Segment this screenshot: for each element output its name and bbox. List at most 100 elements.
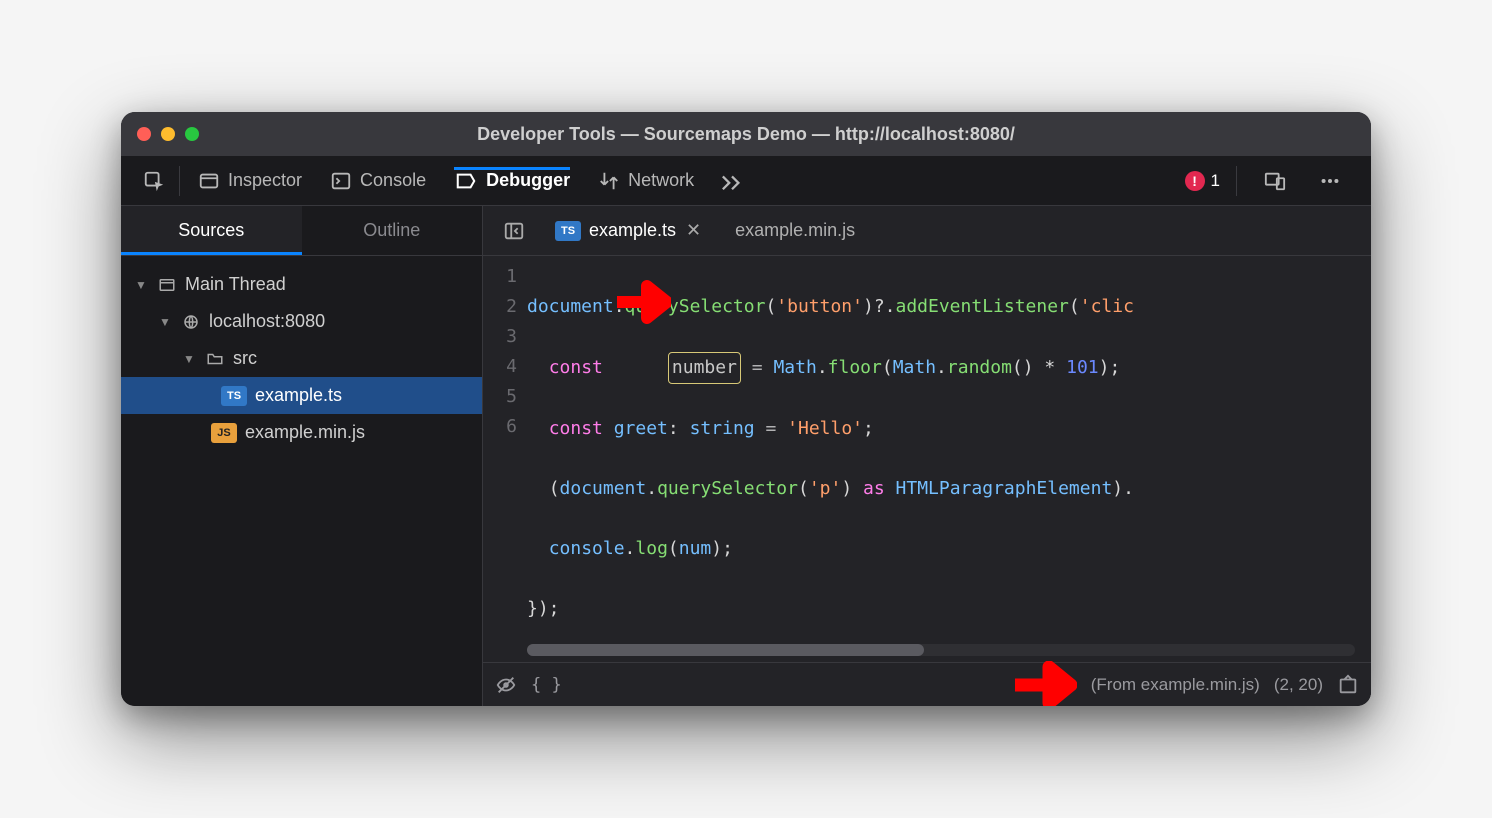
t: document: [560, 478, 647, 499]
highlighted-token: number: [668, 352, 741, 384]
sidebar-tab-sources[interactable]: Sources: [121, 206, 302, 255]
t: console: [549, 538, 625, 559]
t: addEventListener: [896, 296, 1069, 317]
maximize-window-button[interactable]: [185, 127, 199, 141]
t: (: [798, 478, 809, 499]
divider: [179, 166, 180, 196]
chevrons-right-icon: [718, 170, 746, 192]
tab-network[interactable]: Network: [584, 170, 708, 192]
toggle-sidebar-button[interactable]: [493, 220, 535, 242]
blackbox-button[interactable]: [495, 674, 517, 696]
t: Math: [773, 357, 816, 378]
inspector-icon: [198, 170, 220, 192]
t: (: [882, 357, 893, 378]
pretty-print-button[interactable]: { }: [531, 675, 562, 695]
tab-console[interactable]: Console: [316, 170, 440, 192]
tree-main-thread-label: Main Thread: [185, 274, 286, 295]
t: .: [614, 296, 625, 317]
folder-icon: [205, 350, 225, 368]
sidebar-tabs: Sources Outline: [121, 206, 482, 256]
t: );: [1099, 357, 1121, 378]
tree-file-example-ts[interactable]: TS example.ts: [121, 377, 482, 414]
minimize-window-button[interactable]: [161, 127, 175, 141]
line-number: 2: [483, 292, 517, 322]
tree-host-label: localhost:8080: [209, 311, 325, 332]
t: (: [549, 478, 560, 499]
more-tabs-button[interactable]: [708, 170, 756, 192]
line-number: 6: [483, 412, 517, 442]
tree-file-ts-label: example.ts: [255, 385, 342, 406]
t: HTMLParagraphElement: [885, 478, 1113, 499]
devtools-toolbar: Inspector Console Debugger Network ! 1: [121, 156, 1371, 206]
map-scopes-button[interactable]: [1337, 674, 1359, 696]
devtools-window: Developer Tools — Sourcemaps Demo — http…: [121, 112, 1371, 706]
t: 'button': [776, 296, 863, 317]
t: );: [711, 538, 733, 559]
error-count: 1: [1211, 171, 1220, 191]
editor-tab-example-ts[interactable]: TS example.ts ✕: [543, 214, 715, 247]
errors-button[interactable]: ! 1: [1185, 171, 1220, 191]
sidebar-tab-outline[interactable]: Outline: [302, 206, 483, 255]
horizontal-scrollbar[interactable]: [527, 644, 1355, 656]
t: 'Hello': [787, 418, 863, 439]
tab-debugger-label: Debugger: [486, 170, 570, 191]
tab-console-label: Console: [360, 170, 426, 191]
tree-folder-label: src: [233, 348, 257, 369]
element-picker-button[interactable]: [133, 170, 175, 192]
t: (: [765, 296, 776, 317]
t: document: [527, 296, 614, 317]
line-number: 5: [483, 382, 517, 412]
t: ;: [863, 418, 874, 439]
t: Math: [893, 357, 936, 378]
eye-off-icon: [495, 674, 517, 696]
kebab-menu-button[interactable]: [1309, 170, 1351, 192]
editor-area: TS example.ts ✕ example.min.js 1 2 3 4 5…: [483, 206, 1371, 706]
main-body: Sources Outline ▼ Main Thread ▼ localhos…: [121, 206, 1371, 706]
line-number: 3: [483, 322, 517, 352]
globe-icon: [181, 313, 201, 331]
t: 101: [1066, 357, 1099, 378]
ts-file-icon: TS: [221, 386, 247, 406]
editor-tabs: TS example.ts ✕ example.min.js: [483, 206, 1371, 256]
editor-footer: { } (From example.min.js) (2, 20): [483, 662, 1371, 706]
editor-tab-js-label: example.min.js: [735, 220, 855, 241]
close-tab-button[interactable]: ✕: [684, 220, 703, 241]
t: });: [527, 598, 560, 619]
line-number: 1: [483, 262, 517, 292]
tree-file-example-min-js[interactable]: JS example.min.js: [121, 414, 482, 451]
sourcemap-origin: (From example.min.js): [1091, 675, 1260, 695]
annotation-arrow-icon: [1011, 661, 1077, 707]
titlebar: Developer Tools — Sourcemaps Demo — http…: [121, 112, 1371, 156]
sidebar-tab-outline-label: Outline: [363, 220, 420, 241]
tree-file-js-label: example.min.js: [245, 422, 365, 443]
t: =: [741, 357, 774, 378]
t: 'clic: [1080, 296, 1134, 317]
chevron-down-icon: ▼: [183, 352, 197, 366]
t: .: [936, 357, 947, 378]
devices-icon: [1263, 170, 1287, 192]
t: )?.: [863, 296, 896, 317]
tree-folder-src[interactable]: ▼ src: [121, 340, 482, 377]
close-window-button[interactable]: [137, 127, 151, 141]
tab-network-label: Network: [628, 170, 694, 191]
t: ): [841, 478, 863, 499]
t: const: [549, 357, 603, 378]
t: (: [668, 538, 679, 559]
t: querySelector: [657, 478, 798, 499]
responsive-mode-button[interactable]: [1253, 170, 1297, 192]
tree-host[interactable]: ▼ localhost:8080: [121, 303, 482, 340]
t: log: [635, 538, 668, 559]
tab-debugger[interactable]: Debugger: [440, 170, 584, 192]
tree-main-thread[interactable]: ▼ Main Thread: [121, 266, 482, 303]
source-tree: ▼ Main Thread ▼ localhost:8080 ▼ src TS …: [121, 256, 482, 461]
code-area[interactable]: 1 2 3 4 5 6 document.querySelector('butt…: [483, 256, 1371, 662]
editor-tab-example-min-js[interactable]: example.min.js: [723, 214, 867, 247]
window-icon: [157, 276, 177, 294]
scrollbar-thumb[interactable]: [527, 644, 924, 656]
tab-inspector[interactable]: Inspector: [184, 170, 316, 192]
panel-collapse-icon: [503, 220, 525, 242]
t: querySelector: [625, 296, 766, 317]
line-number: 4: [483, 352, 517, 382]
code-content[interactable]: document.querySelector('button')?.addEve…: [527, 256, 1371, 662]
t: string: [690, 418, 755, 439]
